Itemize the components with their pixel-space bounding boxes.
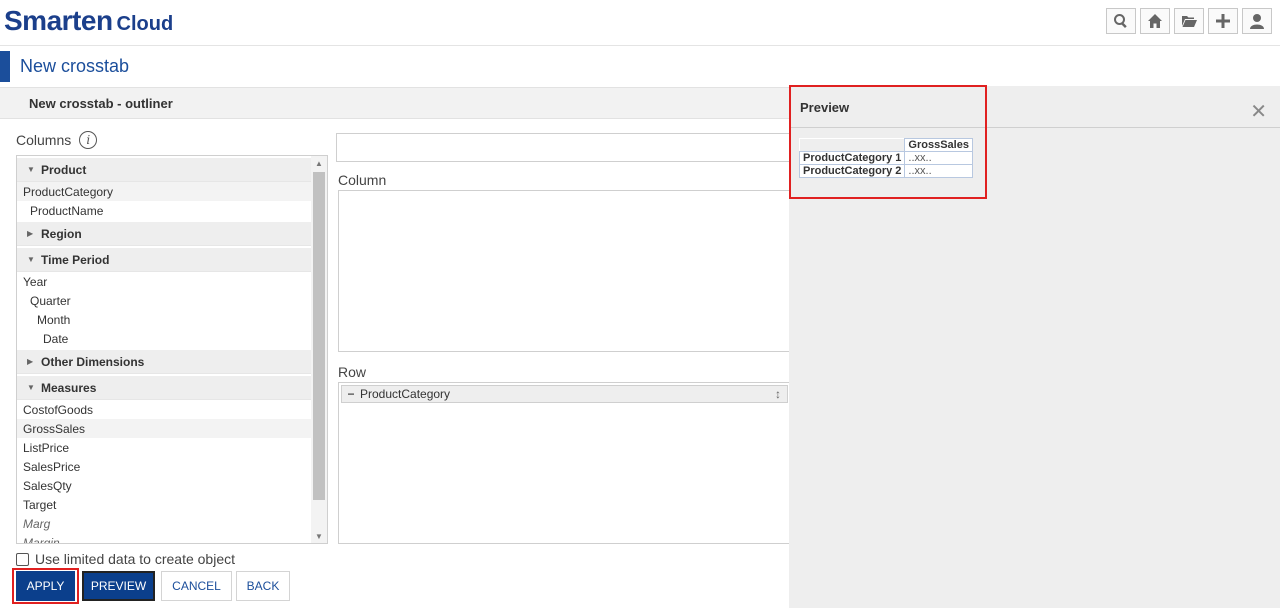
tree-group-label: Measures <box>41 380 97 395</box>
caret-down-icon[interactable]: ▼ <box>27 165 37 174</box>
tree-field-label: Margin <box>23 535 60 544</box>
row-item-label: ProductCategory <box>360 387 451 401</box>
tree-field-label: ProductCategory <box>23 184 114 199</box>
tree-field-item[interactable]: Margin <box>17 533 311 544</box>
home-icon <box>1148 14 1162 28</box>
drag-handle-icon[interactable]: ↕ <box>775 387 781 401</box>
tree-field-item[interactable]: GrossSales <box>17 419 311 438</box>
folder-open-icon <box>1182 16 1197 27</box>
tree-field-label: Month <box>37 312 71 327</box>
home-button[interactable] <box>1140 8 1170 34</box>
tree-scrollbar[interactable]: ▲ ▼ <box>311 156 327 543</box>
preview-button[interactable]: PREVIEW <box>82 571 155 601</box>
logo-brand: Smarten <box>4 5 113 36</box>
limited-data-row: Use limited data to create object <box>16 551 235 567</box>
page-title-bar: New crosstab <box>0 51 790 82</box>
tree-field-item[interactable]: ProductName <box>17 201 311 220</box>
remove-icon[interactable]: − <box>342 387 360 401</box>
toolbar-icons <box>1106 8 1272 34</box>
tree-group-label: Product <box>41 162 87 177</box>
row-item-chip[interactable]: − ProductCategory ↕ <box>341 385 788 403</box>
tree-field-label: Date <box>43 331 69 346</box>
tree-field-label: ListPrice <box>23 440 70 455</box>
outliner-title: New crosstab - outliner <box>29 96 173 111</box>
limited-data-checkbox[interactable] <box>16 552 29 566</box>
tree-field-label: CostofGoods <box>23 402 94 417</box>
tree-field-label: SalesPrice <box>23 459 81 474</box>
tree-group-label: Other Dimensions <box>41 354 145 369</box>
field-tree-list: ▼ Product ProductCategory ProductName ▶ Regio… <box>17 156 311 544</box>
column-drop-area[interactable] <box>338 190 798 352</box>
tree-field-item[interactable]: Target <box>17 495 311 514</box>
tree-group-region[interactable]: ▶ Region <box>17 222 311 246</box>
tree-field-item[interactable]: SalesPrice <box>17 457 311 476</box>
crosstab-name-input[interactable] <box>336 133 796 162</box>
preview-highlight-box <box>789 85 987 199</box>
scroll-down-icon[interactable]: ▼ <box>311 529 327 543</box>
row-drop-area[interactable] <box>338 382 798 544</box>
tree-field-label: GrossSales <box>23 421 86 436</box>
scroll-thumb[interactable] <box>313 172 325 500</box>
plus-icon <box>1216 14 1230 28</box>
close-icon[interactable]: ✕ <box>1250 99 1267 124</box>
tree-field-item[interactable]: Year <box>17 272 311 291</box>
row-label: Row <box>338 364 367 380</box>
tree-field-item[interactable]: Month <box>17 310 311 329</box>
column-label: Column <box>338 172 387 188</box>
tree-field-item[interactable]: SalesQty <box>17 476 311 495</box>
caret-right-icon[interactable]: ▶ <box>27 229 37 238</box>
caret-down-icon[interactable]: ▼ <box>27 255 37 264</box>
tree-group-label: Time Period <box>41 252 110 267</box>
columns-label-row: Columns i <box>16 131 98 149</box>
tree-field-label: SalesQty <box>23 478 72 493</box>
tree-field-label: ProductName <box>30 203 104 218</box>
tree-group-measures[interactable]: ▼ Measures <box>17 376 311 400</box>
cancel-button[interactable]: CANCEL <box>161 571 232 601</box>
search-icon <box>1114 14 1127 29</box>
caret-right-icon[interactable]: ▶ <box>27 357 37 366</box>
tree-field-item[interactable]: ProductCategory <box>17 182 311 201</box>
outliner-header: New crosstab - outliner <box>0 87 790 119</box>
user-icon <box>1250 14 1264 29</box>
limited-data-label: Use limited data to create object <box>35 551 235 567</box>
tree-field-item[interactable]: Date <box>17 329 311 348</box>
tree-field-item[interactable]: Quarter <box>17 291 311 310</box>
tree-group-label: Region <box>41 226 82 241</box>
add-button[interactable] <box>1208 8 1238 34</box>
info-icon[interactable]: i <box>79 131 98 149</box>
columns-label: Columns <box>16 132 72 148</box>
user-button[interactable] <box>1242 8 1272 34</box>
app-logo[interactable]: Smarten Cloud <box>4 5 173 37</box>
tree-field-item[interactable]: CostofGoods <box>17 400 311 419</box>
scroll-up-icon[interactable]: ▲ <box>311 156 327 170</box>
field-tree: ▼ Product ProductCategory ProductName ▶ Regio… <box>16 155 328 544</box>
open-folder-button[interactable] <box>1174 8 1204 34</box>
tree-field-item[interactable]: Marg <box>17 514 311 533</box>
tree-field-item[interactable]: ListPrice <box>17 438 311 457</box>
tree-group-product[interactable]: ▼ Product <box>17 158 311 182</box>
title-accent <box>0 51 10 82</box>
tree-field-label: Quarter <box>30 293 71 308</box>
tree-group-other-dimensions[interactable]: ▶ Other Dimensions <box>17 350 311 374</box>
tree-field-label: Marg <box>23 516 51 531</box>
tree-field-label: Target <box>23 497 57 512</box>
apply-highlight-box <box>12 568 79 604</box>
back-button[interactable]: BACK <box>236 571 290 601</box>
logo-sub: Cloud <box>116 13 174 35</box>
caret-down-icon[interactable]: ▼ <box>27 383 37 392</box>
tree-group-time-period[interactable]: ▼ Time Period <box>17 248 311 272</box>
tree-field-label: Year <box>23 274 48 289</box>
top-bar: Smarten Cloud <box>0 0 1280 46</box>
page-title: New crosstab <box>20 56 130 76</box>
search-button[interactable] <box>1106 8 1136 34</box>
